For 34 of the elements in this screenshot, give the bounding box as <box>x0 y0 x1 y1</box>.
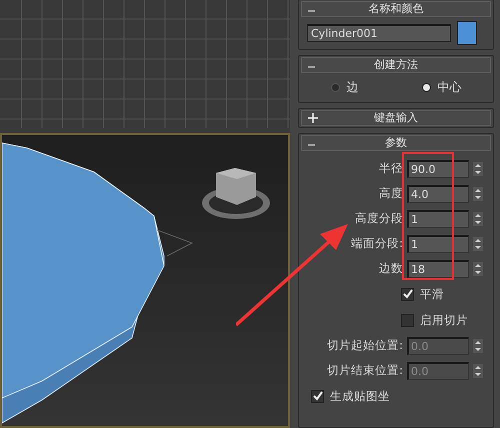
field-label: 高度分段 <box>355 211 403 226</box>
spinner-icon[interactable] <box>473 262 483 276</box>
number-field[interactable]: 18 <box>407 260 469 278</box>
checkbox-option[interactable]: 生成贴图坐 <box>311 388 390 404</box>
field-label: 高度 <box>379 186 403 201</box>
rollout-header[interactable]: 名称和颜色 <box>301 1 491 17</box>
checkbox-option[interactable]: 平滑 <box>401 286 444 302</box>
checkbox-option[interactable]: 启用切片 <box>401 312 468 328</box>
view-cube-icon <box>202 168 270 219</box>
field-label: 切片结束位置: <box>327 363 403 378</box>
radio-option[interactable]: 中心 <box>422 79 462 96</box>
spinner-icon[interactable] <box>473 186 483 200</box>
check-icon <box>312 391 322 401</box>
rollout-header[interactable]: 参数 <box>301 135 491 151</box>
spinner-icon[interactable] <box>473 212 483 226</box>
spinner-icon[interactable] <box>473 162 483 176</box>
number-field[interactable]: 1 <box>407 234 469 252</box>
helper-outline-icon <box>156 230 193 256</box>
spinner-icon[interactable] <box>473 338 483 352</box>
rollout-header[interactable]: 键盘输入 <box>301 110 491 126</box>
field-label: 切片起始位置: <box>327 338 403 353</box>
field-label: 边数 <box>379 261 403 276</box>
spinner-icon[interactable] <box>473 236 483 250</box>
field-label: 端面分段: <box>351 236 403 251</box>
field-label: 半径 <box>379 161 403 176</box>
number-field[interactable]: 4.0 <box>407 184 469 202</box>
check-icon <box>402 289 412 299</box>
radio-option[interactable]: 边 <box>330 79 358 96</box>
number-field[interactable]: 90.0 <box>407 160 469 178</box>
number-field[interactable]: 1 <box>407 210 469 228</box>
color-swatch[interactable] <box>457 21 477 45</box>
rollout-header[interactable]: 创建方法 <box>301 57 491 73</box>
name-field[interactable]: Cylinder001 <box>307 24 451 42</box>
spinner-icon[interactable] <box>473 364 483 378</box>
